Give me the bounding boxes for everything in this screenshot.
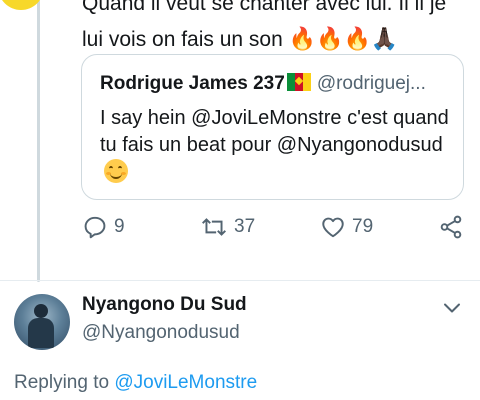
previous-tweet-line2: lui vois on fais un son 🔥🔥🔥🙏🏿: [82, 22, 472, 58]
quoted-tweet-header: Rodrigue James 237 @rodriguej...: [100, 73, 426, 95]
like-count: 79: [352, 216, 374, 237]
retweet-button[interactable]: 37: [200, 214, 255, 240]
heart-icon: [322, 217, 344, 238]
quoted-author-name: Rodrigue James 237: [100, 73, 285, 94]
user-display-name[interactable]: Nyangono Du Sud: [82, 294, 247, 316]
reply-count: 9: [114, 216, 125, 237]
cameroon-flag-icon: [286, 73, 311, 91]
replying-to: Replying to @JoviLeMonstre: [14, 372, 257, 394]
previous-tweet-line2-text: lui vois on fais un son: [82, 28, 283, 51]
reply-icon: [84, 216, 106, 239]
quoted-author-handle: @rodriguej...: [316, 73, 426, 94]
divider: [0, 280, 480, 281]
previous-tweet-text: Quand il veut se chanter avec lui. Il il…: [82, 0, 472, 58]
retweet-icon: [202, 218, 226, 236]
quoted-tweet-text: I say hein @JoviLeMonstre c'est quand tu…: [100, 107, 449, 156]
share-button[interactable]: [438, 214, 464, 240]
quoted-tweet-card[interactable]: Rodrigue James 237 @rodriguej... I say he…: [81, 54, 464, 200]
folded-hands-emoji: 🙏🏿: [370, 27, 399, 52]
chevron-down-icon[interactable]: [440, 296, 464, 320]
thread-line: [37, 0, 40, 282]
replying-to-mention[interactable]: @JoviLeMonstre: [114, 372, 257, 393]
fire-emoji: 🔥: [316, 27, 344, 52]
fire-emoji: 🔥: [343, 27, 371, 52]
fire-emoji: 🔥: [288, 27, 317, 52]
reply-button[interactable]: 9: [82, 214, 125, 240]
tweet-actions: 9 37 79: [82, 214, 472, 244]
replying-to-prefix: Replying to: [14, 372, 115, 393]
share-icon: [440, 215, 462, 239]
avatar[interactable]: [14, 294, 70, 350]
smiling-face-icon: [104, 159, 128, 183]
quoted-tweet-body: I say hein @JoviLeMonstre c'est quand tu…: [100, 105, 450, 187]
user-handle[interactable]: @Nyangonodusud: [82, 322, 240, 344]
retweet-count: 37: [234, 216, 256, 237]
previous-tweet-line1: Quand il veut se chanter avec lui. Il il…: [82, 0, 447, 15]
like-button[interactable]: 79: [320, 214, 373, 240]
